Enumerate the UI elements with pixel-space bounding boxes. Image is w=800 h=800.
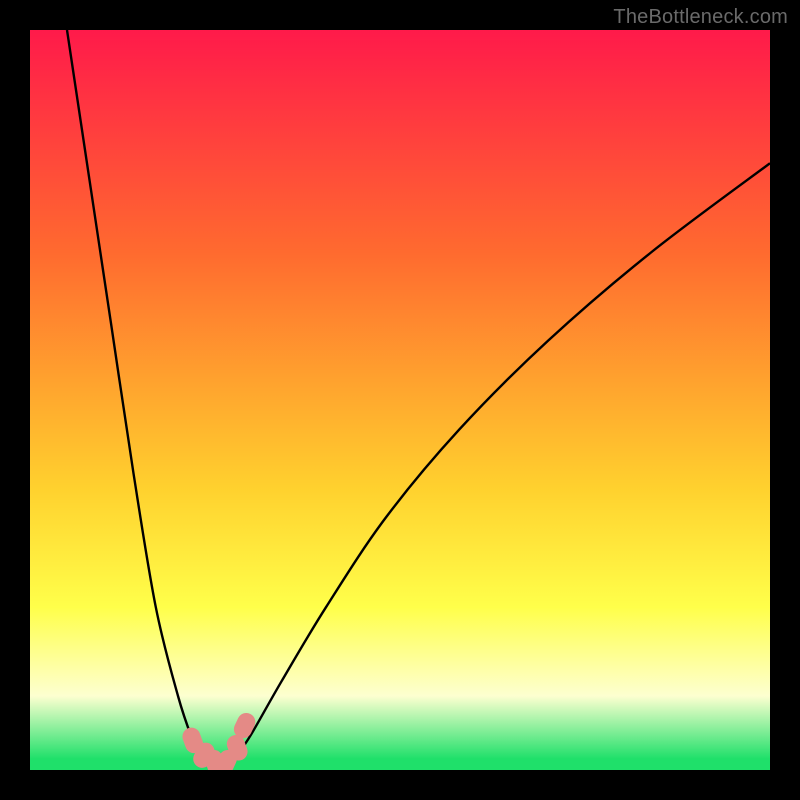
plot-area bbox=[30, 30, 770, 770]
curve-layer bbox=[30, 30, 770, 770]
chart-frame: TheBottleneck.com bbox=[0, 0, 800, 800]
bottleneck-curve bbox=[67, 30, 770, 764]
watermark-text: TheBottleneck.com bbox=[613, 6, 788, 29]
